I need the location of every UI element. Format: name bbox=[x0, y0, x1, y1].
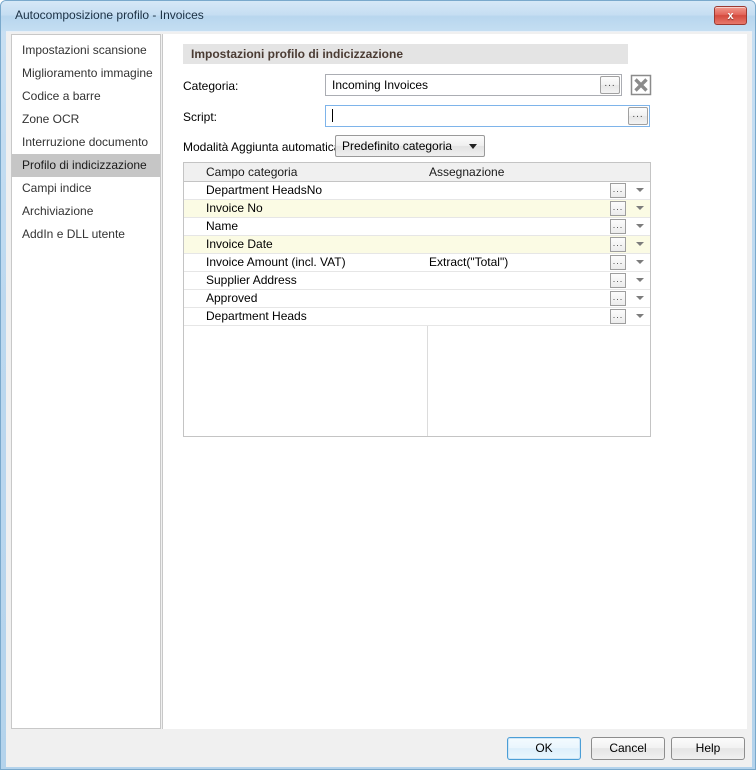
table-row[interactable]: Invoice Amount (incl. VAT) Extract("Tota… bbox=[184, 254, 650, 272]
row-browse-button[interactable]: ... bbox=[610, 291, 626, 306]
dialog-footer: OK Cancel Help bbox=[6, 729, 752, 767]
grid-header-row: Campo categoria Assegnazione bbox=[184, 163, 650, 182]
script-label: Script: bbox=[183, 110, 218, 124]
row-browse-button[interactable]: ... bbox=[610, 219, 626, 234]
modalita-aggiunta-select[interactable]: Predefinito categoria bbox=[335, 135, 485, 157]
row-assignment: Extract("Total") bbox=[429, 255, 509, 269]
categoria-clear-button[interactable] bbox=[630, 74, 652, 96]
row-browse-button[interactable]: ... bbox=[610, 309, 626, 324]
sidebar-item-zone-ocr[interactable]: Zone OCR bbox=[12, 108, 160, 131]
table-row[interactable]: Name ... bbox=[184, 218, 650, 236]
grid-column-campo-categoria: Campo categoria bbox=[206, 165, 298, 179]
table-row[interactable]: Department HeadsNo ... bbox=[184, 182, 650, 200]
sidebar: Impostazioni scansione Miglioramento imm… bbox=[11, 34, 161, 729]
main-pane: Impostazioni profilo di indicizzazione C… bbox=[162, 34, 747, 729]
row-chevron-down-icon[interactable] bbox=[636, 314, 644, 318]
row-browse-button[interactable]: ... bbox=[610, 201, 626, 216]
window-title: Autocomposizione profilo - Invoices bbox=[15, 8, 204, 22]
help-button[interactable]: Help bbox=[671, 737, 745, 760]
row-chevron-down-icon[interactable] bbox=[636, 296, 644, 300]
table-row[interactable]: Invoice Date ... bbox=[184, 236, 650, 254]
close-button[interactable]: x bbox=[714, 6, 747, 25]
categoria-label: Categoria: bbox=[183, 79, 239, 93]
row-browse-button[interactable]: ... bbox=[610, 255, 626, 270]
grid-body: Department HeadsNo ... Invoice No ... Na… bbox=[184, 182, 650, 326]
ok-button[interactable]: OK bbox=[507, 737, 581, 760]
category-fields-grid: Campo categoria Assegnazione Department … bbox=[183, 162, 651, 437]
client-area: Impostazioni scansione Miglioramento imm… bbox=[6, 31, 752, 767]
row-field-name: Department Heads bbox=[206, 309, 307, 323]
title-bar: Autocomposizione profilo - Invoices x bbox=[1, 1, 755, 31]
sidebar-item-archiviazione[interactable]: Archiviazione bbox=[12, 200, 160, 223]
table-row[interactable]: Supplier Address ... bbox=[184, 272, 650, 290]
table-row[interactable]: Approved ... bbox=[184, 290, 650, 308]
table-row[interactable]: Invoice No ... bbox=[184, 200, 650, 218]
row-field-name: Department HeadsNo bbox=[206, 183, 323, 197]
table-row[interactable]: Department Heads ... bbox=[184, 308, 650, 326]
cancel-button[interactable]: Cancel bbox=[591, 737, 665, 760]
modalita-aggiunta-label: Modalità Aggiunta automatica: bbox=[183, 140, 344, 154]
row-chevron-down-icon[interactable] bbox=[636, 260, 644, 264]
row-chevron-down-icon[interactable] bbox=[636, 278, 644, 282]
row-browse-button[interactable]: ... bbox=[610, 183, 626, 198]
row-field-name: Invoice Date bbox=[206, 237, 273, 251]
row-field-name: Approved bbox=[206, 291, 258, 305]
sidebar-item-profilo-di-indicizzazione[interactable]: Profilo di indicizzazione bbox=[12, 154, 160, 177]
sidebar-item-codice-a-barre[interactable]: Codice a barre bbox=[12, 85, 160, 108]
close-icon: x bbox=[727, 9, 734, 22]
sidebar-item-interruzione-documento[interactable]: Interruzione documento bbox=[12, 131, 160, 154]
row-field-name: Name bbox=[206, 219, 239, 233]
modalita-aggiunta-value: Predefinito categoria bbox=[342, 139, 453, 153]
row-field-name: Invoice Amount (incl. VAT) bbox=[206, 255, 346, 269]
row-browse-button[interactable]: ... bbox=[610, 273, 626, 288]
sidebar-item-campi-indice[interactable]: Campi indice bbox=[12, 177, 160, 200]
grid-column-assegnazione: Assegnazione bbox=[429, 165, 505, 179]
categoria-input[interactable]: Incoming Invoices bbox=[325, 74, 622, 96]
dialog-window: Autocomposizione profilo - Invoices x Im… bbox=[0, 0, 756, 770]
row-chevron-down-icon[interactable] bbox=[636, 242, 644, 246]
chevron-down-icon bbox=[469, 144, 477, 149]
sidebar-item-impostazioni-scansione[interactable]: Impostazioni scansione bbox=[12, 39, 160, 62]
categoria-browse-button[interactable]: ... bbox=[600, 76, 620, 94]
row-chevron-down-icon[interactable] bbox=[636, 188, 644, 192]
sidebar-item-miglioramento-immagine[interactable]: Miglioramento immagine bbox=[12, 62, 160, 85]
row-chevron-down-icon[interactable] bbox=[636, 224, 644, 228]
sidebar-list: Impostazioni scansione Miglioramento imm… bbox=[12, 35, 160, 246]
script-input[interactable] bbox=[325, 105, 650, 127]
sidebar-item-addin-e-dll-utente[interactable]: AddIn e DLL utente bbox=[12, 223, 160, 246]
text-caret bbox=[332, 109, 333, 122]
row-browse-button[interactable]: ... bbox=[610, 237, 626, 252]
row-field-name: Invoice No bbox=[206, 201, 263, 215]
script-browse-button[interactable]: ... bbox=[628, 107, 648, 125]
row-field-name: Supplier Address bbox=[206, 273, 297, 287]
group-header: Impostazioni profilo di indicizzazione bbox=[183, 44, 628, 64]
x-delete-icon bbox=[630, 74, 652, 96]
row-chevron-down-icon[interactable] bbox=[636, 206, 644, 210]
